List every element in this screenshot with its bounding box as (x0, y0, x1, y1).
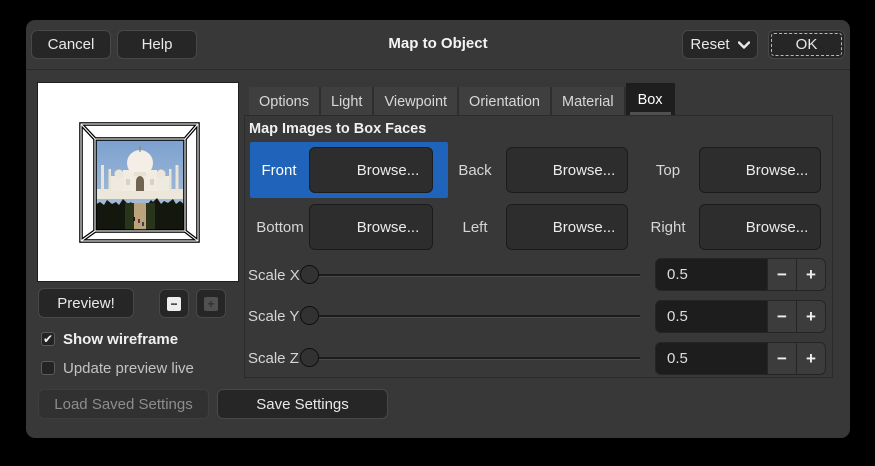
zoom-out-button[interactable]: − (159, 289, 189, 318)
browse-button-back[interactable]: Browse... (506, 147, 628, 193)
chevron-down-icon (738, 36, 750, 53)
tab-viewpoint[interactable]: Viewpoint (374, 87, 459, 116)
face-label-left: Left (446, 219, 504, 236)
scale-x-decrement-button[interactable]: − (767, 259, 796, 290)
zoom-in-button[interactable]: + (196, 289, 226, 318)
zoom-in-icon: + (204, 297, 218, 311)
face-label-back: Back (446, 162, 504, 179)
scale-z-increment-button[interactable]: + (796, 343, 825, 374)
scale-x-slider[interactable] (300, 265, 640, 285)
scale-z-decrement-button[interactable]: − (767, 343, 796, 374)
scale-z-value[interactable]: 0.5 (656, 343, 767, 374)
load-saved-settings-button[interactable]: Load Saved Settings (38, 389, 209, 419)
scale-x-value[interactable]: 0.5 (656, 259, 767, 290)
preview-area (37, 82, 239, 282)
update-preview-live-row: Update preview live (41, 360, 194, 376)
face-label-front: Front (250, 162, 308, 179)
scale-y-increment-button[interactable]: + (796, 301, 825, 332)
scale-y-slider-knob[interactable] (300, 306, 319, 325)
preview-wireframe-image (38, 83, 238, 281)
scale-y-spinner: 0.5 − + (655, 300, 826, 333)
box-faces-heading: Map Images to Box Faces (249, 121, 426, 137)
tab-orientation[interactable]: Orientation (459, 87, 552, 116)
face-label-top: Top (639, 162, 697, 179)
tab-box[interactable]: Box (626, 83, 675, 116)
scale-z-slider[interactable] (300, 348, 640, 368)
browse-button-bottom[interactable]: Browse... (309, 204, 433, 250)
save-settings-button[interactable]: Save Settings (217, 389, 388, 419)
header-separator (26, 69, 850, 70)
browse-button-top[interactable]: Browse... (699, 147, 821, 193)
update-preview-live-checkbox[interactable] (41, 361, 55, 375)
scale-z-label: Scale Z (248, 350, 299, 367)
scale-x-increment-button[interactable]: + (796, 259, 825, 290)
update-preview-live-label: Update preview live (63, 360, 194, 377)
zoom-out-icon: − (167, 297, 181, 311)
show-wireframe-row: ✔ Show wireframe (41, 331, 178, 347)
screen: Cancel Help Map to Object Reset OK (0, 0, 875, 466)
show-wireframe-checkbox[interactable]: ✔ (41, 332, 55, 346)
scale-x-slider-knob[interactable] (300, 265, 319, 284)
tab-material[interactable]: Material (552, 87, 626, 116)
scale-x-spinner: 0.5 − + (655, 258, 826, 291)
browse-button-right[interactable]: Browse... (699, 204, 821, 250)
reset-label: Reset (690, 36, 729, 53)
scale-y-decrement-button[interactable]: − (767, 301, 796, 332)
face-label-right: Right (639, 219, 697, 236)
scale-y-slider[interactable] (300, 306, 640, 326)
ok-button[interactable]: OK (768, 30, 845, 59)
scale-x-label: Scale X (248, 267, 300, 284)
notebook-tabs: Options Light Viewpoint Orientation Mate… (249, 83, 675, 116)
scale-y-value[interactable]: 0.5 (656, 301, 767, 332)
scale-z-slider-knob[interactable] (300, 348, 319, 367)
tab-light[interactable]: Light (321, 87, 374, 116)
browse-button-front[interactable]: Browse... (309, 147, 433, 193)
scale-y-label: Scale Y (248, 308, 299, 325)
browse-button-left[interactable]: Browse... (506, 204, 628, 250)
map-to-object-dialog: Cancel Help Map to Object Reset OK (26, 20, 850, 438)
show-wireframe-label: Show wireframe (63, 331, 178, 348)
reset-button[interactable]: Reset (682, 30, 758, 59)
preview-button[interactable]: Preview! (38, 288, 134, 318)
scale-z-spinner: 0.5 − + (655, 342, 826, 375)
tab-options[interactable]: Options (249, 87, 321, 116)
face-label-bottom: Bottom (248, 219, 312, 236)
